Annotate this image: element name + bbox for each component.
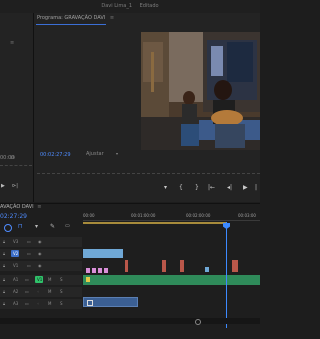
step-back-icon[interactable]: ◂| xyxy=(227,184,232,191)
lock-icon[interactable]: 🔒︎ xyxy=(3,277,5,282)
video-clip[interactable] xyxy=(205,267,209,272)
video-clip[interactable] xyxy=(83,249,123,258)
edited-status: Editado xyxy=(139,3,159,9)
audio-clip-a3[interactable] xyxy=(83,297,138,307)
mic-icon[interactable]: ◦ xyxy=(37,301,39,306)
timeline-tab-label: AVAÇÃO DAVI xyxy=(0,204,34,210)
audio-clip-a1[interactable] xyxy=(83,275,260,285)
track-name: V2 xyxy=(13,251,19,256)
program-tab-label: Programa: GRAVAÇÃO DAVI xyxy=(37,15,106,21)
scroll-zoom-handle[interactable] xyxy=(195,319,201,325)
track-header-a1[interactable]: 🔒︎ A1 V1 M S ▭ xyxy=(0,275,82,285)
step-forward-icon[interactable]: | xyxy=(255,184,257,191)
ruler-tick-label: 00:01:00:00 xyxy=(131,213,156,218)
solo-button[interactable]: S xyxy=(60,277,63,282)
playhead[interactable] xyxy=(226,222,227,328)
ruler-tick-label: 00:02:00:00 xyxy=(186,213,211,218)
solo-button[interactable]: S xyxy=(60,301,63,306)
mark-in-icon[interactable]: { xyxy=(179,184,183,191)
menu-lines-icon[interactable]: ≡ xyxy=(110,15,114,21)
fit-select-value: Ajustar xyxy=(86,151,104,157)
chevron-down-icon: ▾ xyxy=(115,151,118,156)
track-header-a3[interactable]: 🔒︎ A3 ▭ ◦ M S xyxy=(0,299,82,309)
source-patch-label: V1 xyxy=(37,277,43,282)
eye-icon[interactable]: ◉ xyxy=(38,263,42,268)
video-clip[interactable] xyxy=(180,260,184,272)
mute-button[interactable]: M xyxy=(48,301,51,306)
track-name: V1 xyxy=(13,263,19,268)
timeline-menu-icon[interactable]: ≡ xyxy=(37,204,41,210)
work-area-bar[interactable] xyxy=(83,222,226,224)
graphic-clip[interactable] xyxy=(86,268,90,273)
time-ruler[interactable] xyxy=(83,220,260,221)
solo-button[interactable]: S xyxy=(60,289,63,294)
nest-toggle-icon[interactable] xyxy=(4,224,12,232)
lock-icon[interactable]: 🔒︎ xyxy=(3,301,5,306)
lock-icon[interactable]: 🔒︎ xyxy=(3,263,5,268)
eye-icon[interactable]: ◉ xyxy=(38,251,42,256)
program-video-frame xyxy=(141,32,260,150)
track-header-v3[interactable]: 🔒︎ V3 ▭ ◉ xyxy=(0,237,82,247)
fx-badge-icon xyxy=(86,277,90,282)
sync-lock-icon[interactable]: ▭ xyxy=(25,289,29,294)
program-timecode[interactable]: 00:02:27:29 xyxy=(40,152,71,158)
marker-icon[interactable]: ▾ xyxy=(164,184,167,191)
timeline-timecode[interactable]: 02:27:29 xyxy=(0,213,27,220)
video-clip[interactable] xyxy=(125,260,128,272)
fit-select[interactable]: Ajustar ▾ xyxy=(86,151,120,159)
track-name: A1 xyxy=(13,277,19,282)
source-play-icon[interactable]: ▶ xyxy=(1,183,5,189)
sync-lock-icon[interactable]: ▭ xyxy=(25,301,29,306)
ruler-tick-label: 00:03:00 xyxy=(238,213,256,218)
sync-lock-icon[interactable]: ▭ xyxy=(27,263,31,268)
source-marker-count: 19 xyxy=(10,155,16,160)
graphic-clip[interactable] xyxy=(92,268,96,273)
linked-selection-icon[interactable]: ▾ xyxy=(35,223,38,230)
program-ruler[interactable] xyxy=(37,173,260,177)
eye-icon[interactable]: ◉ xyxy=(38,239,42,244)
snap-icon[interactable]: ⊓ xyxy=(18,223,23,230)
timeline-tab[interactable]: AVAÇÃO DAVI ≡ xyxy=(0,204,41,210)
track-header-v2[interactable]: 🔒︎ V2 ▭ ◉ xyxy=(0,249,82,259)
track-name: V3 xyxy=(13,239,19,244)
lock-icon[interactable]: 🔒︎ xyxy=(3,289,5,294)
sync-lock-icon[interactable]: ▭ xyxy=(25,277,29,282)
window-titlebar: Davi Lima_1 Editado xyxy=(0,0,260,13)
track-header-v1[interactable]: 🔒︎ V1 ▭ ◉ xyxy=(0,261,82,271)
track-name: A2 xyxy=(13,289,19,294)
video-clip[interactable] xyxy=(232,260,238,272)
source-menu-icon[interactable]: ≡ xyxy=(10,40,14,46)
video-clip[interactable] xyxy=(162,260,166,272)
project-title: Davi Lima_1 xyxy=(101,3,133,9)
go-to-in-icon[interactable]: |← xyxy=(208,184,215,191)
wrench-icon[interactable]: ✎ xyxy=(50,223,55,230)
source-monitor-panel xyxy=(0,13,34,202)
mute-button[interactable]: M xyxy=(48,289,51,294)
clip-badge-icon xyxy=(87,300,93,306)
track-name: A3 xyxy=(13,301,19,306)
mute-button[interactable]: M xyxy=(48,277,51,282)
track-header-a2[interactable]: 🔒︎ A2 ▭ ◦ M S xyxy=(0,287,82,297)
mic-icon[interactable]: ◦ xyxy=(37,289,39,294)
ruler-tick-label: 00:00 xyxy=(83,213,95,218)
sync-lock-icon[interactable]: ▭ xyxy=(27,239,31,244)
graphic-clip[interactable] xyxy=(98,268,102,273)
graphic-clip[interactable] xyxy=(104,268,108,273)
mark-out-icon[interactable]: } xyxy=(195,184,199,191)
lock-icon[interactable]: 🔒︎ xyxy=(3,251,5,256)
sync-lock-icon[interactable]: ▭ xyxy=(27,251,31,256)
play-icon[interactable]: ▶ xyxy=(243,184,248,191)
program-tab-underline xyxy=(36,24,106,25)
timeline-scrollbar[interactable] xyxy=(0,318,260,324)
program-tab[interactable]: Programa: GRAVAÇÃO DAVI ≡ xyxy=(37,15,114,21)
lock-icon[interactable]: 🔒︎ xyxy=(3,239,5,244)
source-step-forward-icon[interactable]: ⊳| xyxy=(12,183,18,189)
source-ruler[interactable] xyxy=(0,165,32,169)
video-preview-image xyxy=(141,32,260,150)
captions-icon[interactable]: ▭ xyxy=(65,223,70,229)
